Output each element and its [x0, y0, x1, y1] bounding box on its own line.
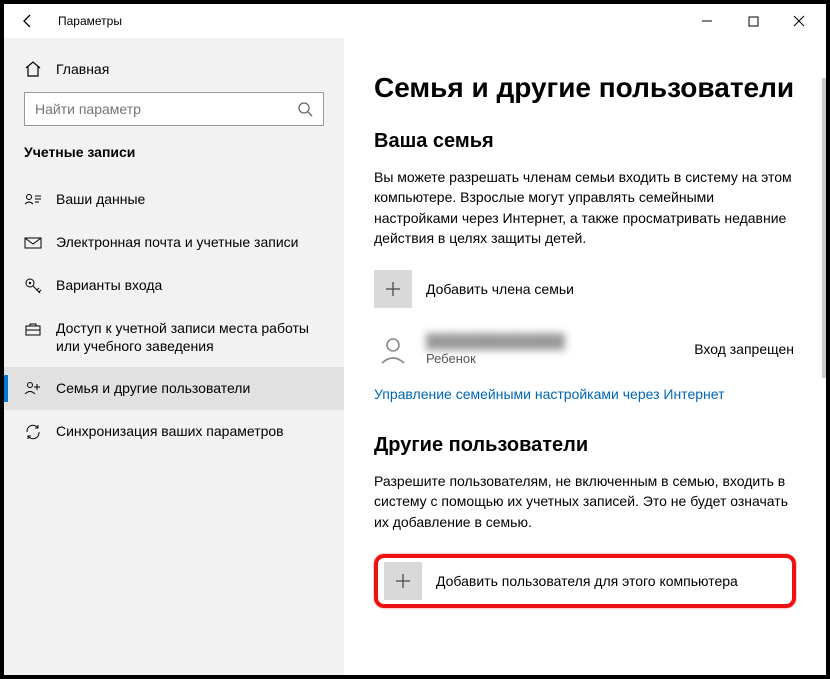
- family-member-row[interactable]: ██████████████ Ребенок Вход запрещен: [374, 330, 794, 368]
- minimize-button[interactable]: [684, 6, 730, 36]
- add-other-user-button[interactable]: Добавить пользователя для этого компьюте…: [384, 562, 786, 600]
- content-area: Семья и другие пользователи Ваша семья В…: [344, 38, 826, 675]
- search-field[interactable]: [35, 101, 297, 117]
- add-family-label: Добавить члена семьи: [426, 281, 574, 297]
- nav-email-accounts[interactable]: Электронная почта и учетные записи: [4, 221, 344, 264]
- search-icon: [297, 101, 313, 117]
- titlebar: Параметры: [4, 4, 826, 38]
- page-title: Семья и другие пользователи: [374, 72, 796, 104]
- nav-your-info[interactable]: Ваши данные: [4, 178, 344, 221]
- home-label: Главная: [56, 61, 109, 77]
- search-input[interactable]: [24, 92, 324, 126]
- nav-label: Электронная почта и учетные записи: [56, 233, 298, 251]
- sidebar: Главная Учетные записи Ваши данные: [4, 38, 344, 675]
- member-status: Вход запрещен: [694, 341, 794, 357]
- briefcase-icon: [24, 319, 56, 338]
- nav-sync[interactable]: Синхронизация ваших параметров: [4, 410, 344, 453]
- add-family-member-button[interactable]: Добавить члена семьи: [374, 270, 796, 308]
- nav: Ваши данные Электронная почта и учетные …: [4, 178, 344, 453]
- close-button[interactable]: [776, 6, 822, 36]
- member-role: Ребенок: [426, 351, 694, 366]
- nav-label: Синхронизация ваших параметров: [56, 422, 284, 440]
- scrollbar[interactable]: [822, 78, 826, 378]
- add-other-label: Добавить пользователя для этого компьюте…: [436, 573, 738, 589]
- highlight-annotation: Добавить пользователя для этого компьюте…: [374, 554, 796, 608]
- avatar-icon: [374, 330, 412, 368]
- nav-label: Доступ к учетной записи места работы или…: [56, 319, 324, 355]
- sync-icon: [24, 422, 56, 441]
- nav-label: Семья и другие пользователи: [56, 379, 250, 397]
- nav-signin-options[interactable]: Варианты входа: [4, 264, 344, 307]
- plus-icon: [384, 562, 422, 600]
- back-button[interactable]: [18, 13, 38, 29]
- nav-work-school[interactable]: Доступ к учетной записи места работы или…: [4, 307, 344, 367]
- window-title: Параметры: [58, 14, 122, 28]
- nav-family-users[interactable]: Семья и другие пользователи: [4, 367, 344, 410]
- key-icon: [24, 276, 56, 295]
- nav-label: Варианты входа: [56, 276, 162, 294]
- plus-icon: [374, 270, 412, 308]
- person-card-icon: [24, 190, 56, 209]
- member-name: ██████████████: [426, 333, 694, 349]
- family-description: Вы можете разрешать членам семьи входить…: [374, 167, 794, 248]
- family-heading: Ваша семья: [374, 130, 796, 153]
- home-button[interactable]: Главная: [4, 52, 344, 92]
- family-icon: [24, 379, 56, 398]
- manage-family-link[interactable]: Управление семейными настройками через И…: [374, 386, 724, 402]
- others-description: Разрешите пользователям, не включенным в…: [374, 471, 794, 532]
- maximize-button[interactable]: [730, 6, 776, 36]
- others-heading: Другие пользователи: [374, 434, 796, 457]
- nav-label: Ваши данные: [56, 190, 145, 208]
- settings-window: Параметры Главная Учетн: [0, 0, 830, 679]
- mail-icon: [24, 233, 56, 252]
- category-heading: Учетные записи: [4, 144, 344, 178]
- member-info: ██████████████ Ребенок: [426, 333, 694, 366]
- home-icon: [24, 60, 56, 78]
